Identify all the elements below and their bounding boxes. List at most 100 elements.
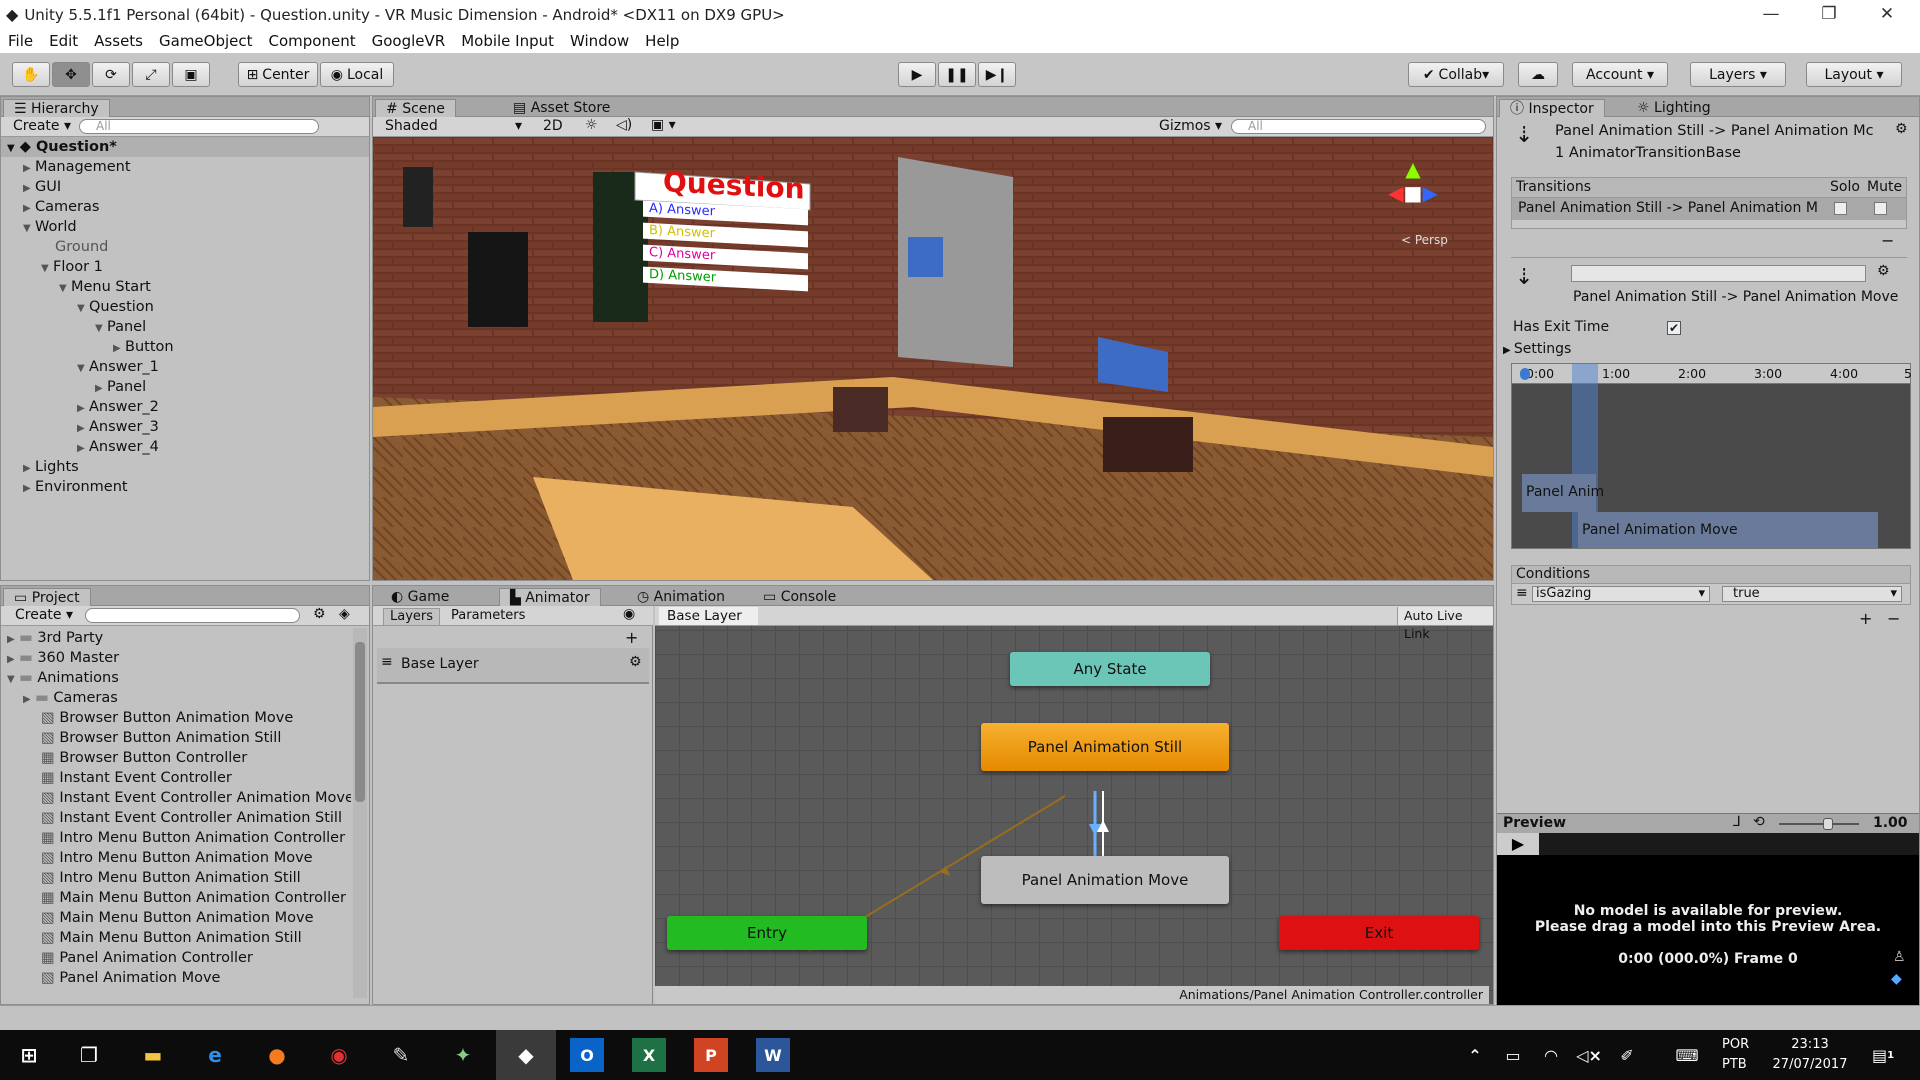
preview-timeline-bar[interactable] [1539,833,1919,855]
tab-parameters[interactable]: Parameters [445,608,531,626]
task-view-icon[interactable]: ❐ [72,1038,106,1072]
effects-icon[interactable]: ▣ ▾ [651,117,676,133]
tree-item[interactable]: ▶ Management [1,157,369,177]
unity-taskbar-icon[interactable]: ◆ [496,1030,556,1080]
menu-gameobject[interactable]: GameObject [151,32,261,50]
preview-speed-knob[interactable] [1823,818,1833,830]
minimize-button[interactable]: — [1742,0,1800,29]
word-icon[interactable]: W [756,1038,790,1072]
preview-speed-slider[interactable] [1779,823,1859,825]
app-icon[interactable]: ✦ [446,1038,480,1072]
layer-item-base[interactable]: ≡ Base Layer ⚙ [377,648,649,684]
menu-assets[interactable]: Assets [86,32,151,50]
clock[interactable]: 23:13 27/07/2017 [1760,1035,1860,1075]
transition-timeline[interactable]: 0:00 1:00 2:00 3:00 4:00 5 Panel Anim Pa… [1511,363,1912,549]
menu-googlevr[interactable]: GoogleVR [364,32,454,50]
tree-item[interactable]: ▼ Question [1,297,369,317]
menu-help[interactable]: Help [637,32,687,50]
remove-transition-button[interactable]: − [1881,231,1894,250]
add-layer-button[interactable]: + [625,628,638,647]
transition-row[interactable]: Panel Animation Still -> Panel Animation… [1512,198,1906,220]
tab-console[interactable]: ▭ Console [753,588,846,606]
project-asset[interactable]: ▧ Browser Button Animation Move [1,708,351,728]
firefox-icon[interactable]: ● [260,1038,294,1072]
tree-item[interactable]: ▶ Answer_4 [1,437,369,457]
tree-item[interactable]: Ground [1,237,369,257]
state-panel-animation-move[interactable]: Panel Animation Move [981,856,1229,904]
play-button[interactable]: ▶ [898,62,936,87]
timeline-playhead[interactable] [1520,368,1530,380]
layer-gear-icon[interactable]: ⚙ [629,654,642,670]
cloud-button[interactable]: ☁ [1518,62,1558,87]
project-asset[interactable]: ▧ Intro Menu Button Animation Move [1,848,351,868]
state-exit[interactable]: Exit [1279,916,1479,950]
gizmos-dropdown[interactable]: Gizmos ▾ [1159,118,1222,134]
tab-inspector[interactable]: ⓘ Inspector [1499,99,1605,117]
tab-project[interactable]: ▭ Project [3,588,91,606]
tab-asset-store[interactable]: ▤ Asset Store [503,99,620,117]
tab-lighting[interactable]: ☼ Lighting [1627,99,1721,117]
restore-button[interactable]: ❐ [1800,0,1858,29]
pause-button[interactable]: ❚❚ [938,62,976,87]
preview-play-button[interactable]: ▶ [1497,833,1539,855]
project-scrollbar[interactable] [353,628,367,998]
tree-item[interactable]: ▼ Floor 1 [1,257,369,277]
menu-edit[interactable]: Edit [41,32,86,50]
clip-b-bar[interactable]: Panel Animation Move [1578,512,1878,548]
project-asset[interactable]: ▧ Instant Event Controller Animation Sti… [1,808,351,828]
scene-root-row[interactable]: ▼ ◆ Question* [1,137,369,157]
hierarchy-create-button[interactable]: Create ▾ [13,118,71,134]
tab-animator[interactable]: ▙ Animator [499,588,601,606]
solo-checkbox[interactable] [1834,202,1847,215]
eye-icon[interactable]: ◉ [623,606,635,622]
settings-gear-icon[interactable]: ⚙ [1895,121,1908,137]
paint-icon[interactable]: ✎ [384,1038,418,1072]
animator-graph[interactable]: Base Layer Auto Live Link Any State Pane… [655,606,1493,1004]
menu-mobile-input[interactable]: Mobile Input [453,32,562,50]
tree-item[interactable]: ▼ Answer_1 [1,357,369,377]
scene-search-input[interactable]: All [1231,119,1486,134]
tree-item[interactable]: ▼ Panel [1,317,369,337]
condition-param-dropdown[interactable]: isGazing ▾ [1532,586,1710,602]
move-tool-button[interactable]: ✥ [52,62,90,87]
outlook-icon[interactable]: O [570,1038,604,1072]
keyboard-icon[interactable]: ⌨ [1670,1038,1704,1072]
filter-type-icon[interactable]: ⚙ [313,606,326,622]
hand-tool-button[interactable]: ✋ [12,62,50,87]
chrome-icon[interactable]: ◉ [322,1038,356,1072]
pivot-local-button[interactable]: ◉ Local [320,62,394,87]
has-exit-time-checkbox[interactable]: ✔ [1667,321,1681,335]
rect-tool-button[interactable]: ▣ [172,62,210,87]
battery-icon[interactable]: ▭ [1496,1038,1530,1072]
transition-gear-icon[interactable]: ⚙ [1877,263,1890,279]
state-panel-animation-still[interactable]: Panel Animation Still [981,723,1229,771]
project-asset[interactable]: ▧ Browser Button Animation Still [1,728,351,748]
project-asset[interactable]: ▦ Panel Animation Controller [1,948,351,968]
state-any-state[interactable]: Any State [1010,652,1210,686]
account-dropdown[interactable]: Account ▾ [1572,62,1668,87]
remove-condition-button[interactable]: − [1887,609,1900,628]
menu-file[interactable]: File [0,32,41,50]
tab-layers[interactable]: Layers [383,608,441,626]
mode-2d-toggle[interactable]: 2D [543,118,563,134]
tree-item[interactable]: ▼ World [1,217,369,237]
excel-icon[interactable]: X [632,1038,666,1072]
language-indicator[interactable]: POR PTB [1722,1035,1749,1075]
condition-value-dropdown[interactable]: true ▾ [1722,586,1902,602]
pivot-center-button[interactable]: ⊞ Center [238,62,318,87]
preview-pivot-icon[interactable]: ⅃ [1733,814,1741,830]
auto-live-link-toggle[interactable]: Auto Live Link [1397,607,1493,641]
tree-item[interactable]: ▶ Environment [1,477,369,497]
project-folder[interactable]: ▶ ▬ 3rd Party [1,628,351,648]
pen-icon[interactable]: ✐ [1610,1038,1644,1072]
close-button[interactable]: ✕ [1858,0,1916,29]
project-asset[interactable]: ▦ Intro Menu Button Animation Controller [1,828,351,848]
mute-checkbox[interactable] [1874,202,1887,215]
add-condition-button[interactable]: + [1859,609,1872,628]
file-explorer-icon[interactable]: ▬ [136,1038,170,1072]
tree-item[interactable]: ▶ Lights [1,457,369,477]
tree-item[interactable]: ▶ Panel [1,377,369,397]
state-entry[interactable]: Entry [667,916,867,950]
tree-item[interactable]: ▶ Button [1,337,369,357]
tab-scene[interactable]: # Scene [375,99,456,117]
